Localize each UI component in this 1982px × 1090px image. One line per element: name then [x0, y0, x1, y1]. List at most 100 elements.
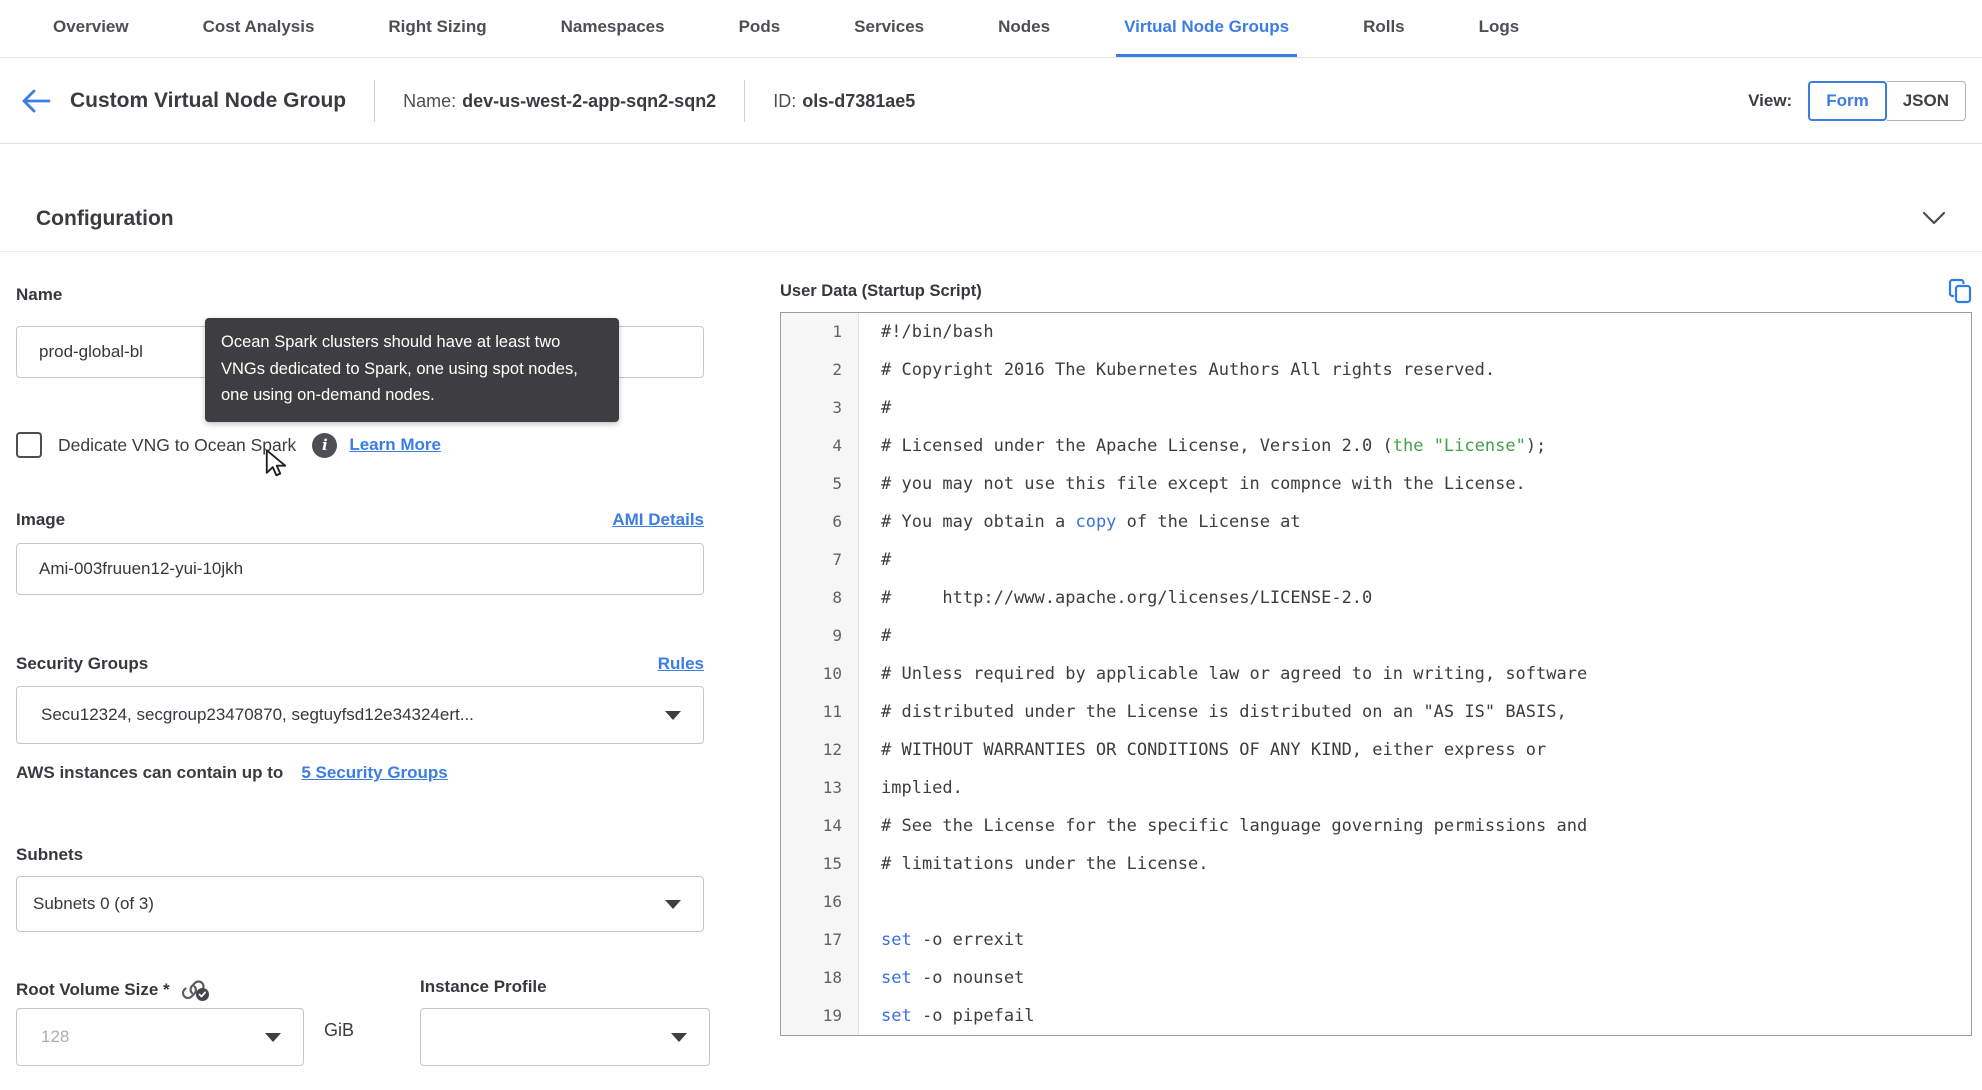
line-number: 9 [781, 617, 859, 655]
tab-pods[interactable]: Pods [731, 0, 789, 57]
copy-button[interactable] [1948, 278, 1972, 304]
tab-virtual-node-groups[interactable]: Virtual Node Groups [1116, 0, 1298, 57]
code-line[interactable]: 10 # Unless required by applicable law or… [781, 655, 1971, 693]
configuration-form: Name prod-global-bl Ocean Spark clusters… [16, 270, 710, 1090]
line-number: 5 [781, 465, 859, 503]
tab-right-sizing[interactable]: Right Sizing [380, 0, 494, 57]
code-line-text: # Unless required by applicable law or a… [881, 664, 1588, 684]
line-number: 14 [781, 807, 859, 845]
name-field-label: Name [16, 285, 63, 304]
collapse-section-button[interactable] [1922, 211, 1946, 226]
user-data-header: User Data (Startup Script) [780, 270, 1972, 312]
dedicate-vng-label: Dedicate VNG to Ocean Spark [58, 434, 297, 455]
vng-name-label: Name: [403, 90, 457, 111]
link-check-icon [181, 980, 209, 1001]
image-input[interactable]: Ami-003fruuen12-yui-10jkh [16, 543, 704, 595]
code-line[interactable]: 7 # [781, 541, 1971, 579]
tab-logs[interactable]: Logs [1471, 0, 1528, 57]
code-line-text: # http://www.apache.org/licenses/LICENSE… [881, 588, 1373, 608]
line-number: 12 [781, 731, 859, 769]
tab-rolls[interactable]: Rolls [1355, 0, 1413, 57]
security-groups-value: Secu12324, secgroup23470870, segtuyfsd12… [41, 705, 474, 724]
line-number: 19 [781, 997, 859, 1035]
code-line[interactable]: 4 # Licensed under the Apache License, Ve… [781, 427, 1971, 465]
ami-details-link[interactable]: AMI Details [612, 510, 704, 530]
tab-namespaces[interactable]: Namespaces [553, 0, 673, 57]
code-line[interactable]: 17 set -o errexit [781, 921, 1971, 959]
gib-unit-label: GiB [324, 1020, 355, 1040]
section-title: Configuration [36, 206, 174, 230]
code-line-text: # limitations under the License. [881, 854, 1209, 874]
line-number: 2 [781, 351, 859, 389]
ocean-spark-tooltip: Ocean Spark clusters should have at leas… [205, 318, 619, 423]
code-line-text: set -o errexit [881, 930, 1025, 950]
code-line[interactable]: 3 # [781, 389, 1971, 427]
dropdown-caret-icon [265, 1033, 281, 1042]
code-editor[interactable]: 1 #!/bin/bash 2 # Copyright 2016 The Kubern… [780, 312, 1972, 1036]
page-title: Custom Virtual Node Group [70, 89, 347, 112]
line-number: 18 [781, 959, 859, 997]
copy-icon [1948, 278, 1972, 304]
subnets-select[interactable]: Subnets 0 (of 3) [16, 876, 704, 932]
code-line[interactable]: 8 # http://www.apache.org/licenses/LICENS… [781, 579, 1971, 617]
instance-profile-select[interactable] [420, 1008, 710, 1066]
security-groups-label-row: Security Groups Rules [16, 654, 704, 674]
subnets-label: Subnets [16, 845, 84, 864]
security-groups-label: Security Groups [16, 654, 149, 673]
dedicate-vng-row: Dedicate VNG to Ocean Spark i Learn More [16, 432, 441, 458]
code-line-text: # You may obtain a copy of the License a… [881, 512, 1301, 532]
code-line-text: set -o nounset [881, 968, 1025, 988]
view-form-button[interactable]: Form [1808, 81, 1887, 121]
code-line[interactable]: 5 # you may not use this file except in c… [781, 465, 1971, 503]
tab-cost-analysis[interactable]: Cost Analysis [195, 0, 323, 57]
image-label-row: Image AMI Details [16, 510, 704, 530]
line-number: 1 [781, 313, 859, 351]
info-icon[interactable]: i [312, 432, 338, 458]
code-line[interactable]: 6 # You may obtain a copy of the License … [781, 503, 1971, 541]
vng-name: Name: dev-us-west-2-app-sqn2-sqn2 [403, 91, 716, 112]
dropdown-caret-icon [665, 711, 681, 720]
code-line[interactable]: 1 #!/bin/bash [781, 313, 1971, 351]
view-json-button[interactable]: JSON [1886, 81, 1966, 121]
rules-link[interactable]: Rules [658, 654, 704, 674]
code-line[interactable]: 18 set -o nounset [781, 959, 1971, 997]
code-line-text: # Licensed under the Apache License, Ver… [881, 436, 1547, 456]
tab-nodes[interactable]: Nodes [990, 0, 1058, 57]
code-line-text: # you may not use this file except in co… [881, 474, 1526, 494]
learn-more-link[interactable]: Learn More [349, 435, 441, 455]
subnets-value: Subnets 0 (of 3) [33, 894, 154, 913]
root-volume-size-select[interactable]: 128 [16, 1008, 304, 1066]
code-line[interactable]: 19 set -o pipefail [781, 997, 1971, 1035]
line-number: 15 [781, 845, 859, 883]
user-data-title: User Data (Startup Script) [780, 281, 982, 300]
vng-id-label: ID: [773, 90, 797, 111]
page-header: Custom Virtual Node Group Name: dev-us-we… [0, 59, 1982, 144]
code-line-text: # WITHOUT WARRANTIES OR CONDITIONS OF AN… [881, 740, 1547, 760]
chevron-down-icon [1922, 211, 1946, 225]
five-security-groups-link[interactable]: 5 Security Groups [301, 763, 447, 783]
code-line[interactable]: 14 # See the License for the specific lan… [781, 807, 1971, 845]
line-number: 7 [781, 541, 859, 579]
tab-services[interactable]: Services [846, 0, 932, 57]
dedicate-vng-checkbox[interactable] [16, 432, 42, 458]
code-line[interactable]: 15 # limitations under the License. [781, 845, 1971, 883]
code-line[interactable]: 16 [781, 883, 1971, 921]
code-line[interactable]: 12 # WITHOUT WARRANTIES OR CONDITIONS OF … [781, 731, 1971, 769]
code-line-text: implied. [881, 778, 963, 798]
line-number: 11 [781, 693, 859, 731]
code-line[interactable]: 11 # distributed under the License is dis… [781, 693, 1971, 731]
code-line[interactable]: 2 # Copyright 2016 The Kubernetes Authors… [781, 351, 1971, 389]
tab-overview[interactable]: Overview [45, 0, 137, 57]
code-line[interactable]: 13 implied. [781, 769, 1971, 807]
back-arrow-button[interactable] [20, 86, 56, 116]
line-number: 13 [781, 769, 859, 807]
line-number: 4 [781, 427, 859, 465]
vng-name-value: dev-us-west-2-app-sqn2-sqn2 [462, 90, 717, 111]
security-groups-select[interactable]: Secu12324, secgroup23470870, segtuyfsd12… [16, 686, 704, 744]
user-data-panel: User Data (Startup Script) 1 #!/bin/bash 2… [780, 270, 1972, 1036]
code-line-text: # [881, 398, 892, 418]
line-number: 8 [781, 579, 859, 617]
code-line[interactable]: 9 # [781, 617, 1971, 655]
root-volume-size-label: Root Volume Size * [16, 977, 210, 1003]
root-volume-size-placeholder: 128 [41, 1027, 70, 1046]
